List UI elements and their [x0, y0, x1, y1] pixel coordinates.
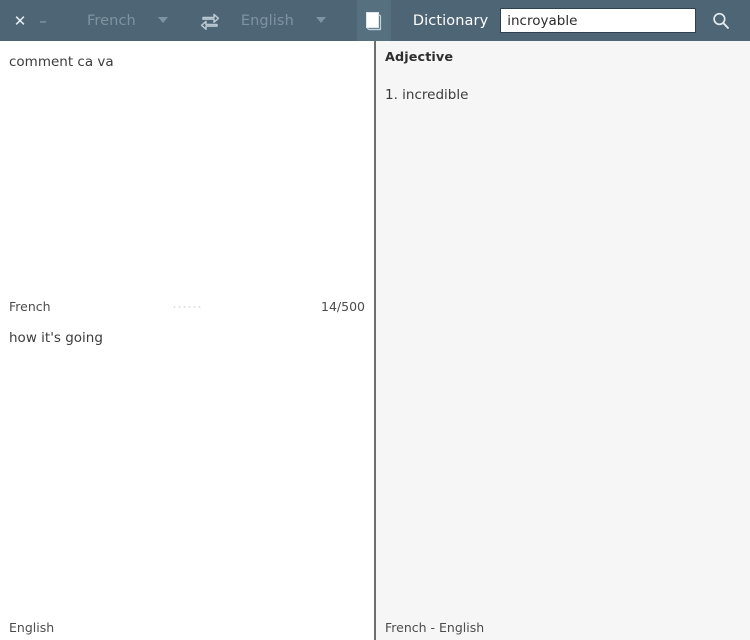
target-language-status-label: English	[9, 619, 55, 635]
dictionary-status-bar: French - English	[376, 614, 750, 640]
swap-languages-button[interactable]	[197, 8, 223, 34]
search-icon	[713, 12, 730, 29]
swap-languages-icon	[200, 13, 219, 30]
minimize-icon: –	[39, 11, 47, 30]
search-button[interactable]	[708, 8, 734, 34]
window-body: comment ca va French 14/500 how it's goi…	[0, 41, 750, 640]
minimize-button[interactable]: –	[31, 7, 55, 35]
target-language-label: English	[240, 12, 294, 29]
dictionary-title: Dictionary	[412, 12, 489, 29]
search-field-wrapper	[500, 8, 697, 33]
source-text-area[interactable]: comment ca va	[0, 41, 374, 293]
target-language-status: English	[0, 614, 374, 640]
grip-dot	[188, 305, 191, 308]
book-icon	[366, 11, 382, 30]
close-icon: ✕	[13, 11, 27, 30]
translator-window: ✕ – French English Dictionary incroyable…	[0, 0, 750, 640]
source-language-selector[interactable]: French	[87, 0, 169, 41]
grip-dot	[198, 305, 201, 308]
grip-dot	[173, 305, 176, 308]
dictionary-search-input[interactable]	[500, 8, 697, 33]
translated-text: how it's going	[9, 330, 103, 346]
window-toolbar: ✕ – French English Dictionary	[0, 0, 750, 41]
drag-handle-dots-icon[interactable]	[173, 305, 201, 308]
grip-dot	[178, 305, 181, 308]
detected-source-language: French	[9, 299, 51, 314]
grip-dot	[183, 305, 186, 308]
dictionary-results: Adjective 1. incredible	[376, 41, 750, 614]
translator-pane: comment ca va French 14/500 how it's goi…	[0, 41, 374, 640]
source-text[interactable]: comment ca va	[0, 41, 374, 73]
chevron-down-icon	[315, 15, 327, 26]
part-of-speech-heading: Adjective	[385, 50, 454, 65]
dictionary-pane: Adjective 1. incredible French - English	[376, 41, 750, 640]
character-counter: 14/500	[321, 299, 365, 314]
dictionary-entry: 1. incredible	[385, 87, 469, 103]
translation-output-area[interactable]: how it's going	[0, 320, 374, 614]
chevron-down-icon	[157, 15, 169, 26]
dictionary-status-label: French - English	[385, 619, 485, 635]
close-button[interactable]: ✕	[8, 7, 32, 35]
grip-dot	[193, 305, 196, 308]
source-language-label: French	[87, 12, 136, 29]
dictionary-toggle-button[interactable]	[356, 0, 391, 41]
translator-meta-row: French 14/500	[0, 293, 374, 320]
target-language-selector[interactable]: English	[241, 0, 327, 41]
